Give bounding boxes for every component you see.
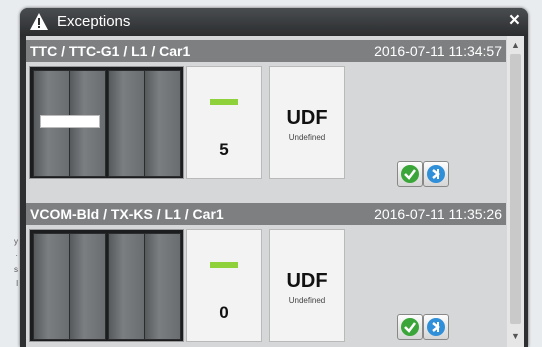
exception-list: TTC / TTC-G1 / L1 / Car1 2016-07-11 11:3…: [26, 36, 524, 347]
navigate-button[interactable]: [423, 161, 449, 187]
warning-icon: [30, 13, 48, 30]
go-to-icon: [427, 318, 445, 336]
navigate-button[interactable]: [423, 314, 449, 340]
elevator-path: TTC / TTC-G1 / L1 / Car1: [30, 43, 191, 59]
exception-timestamp: 2016-07-11 11:35:26: [374, 206, 502, 222]
direction-indicator: [210, 99, 238, 105]
window-title: Exceptions: [57, 13, 131, 30]
close-button[interactable]: ×: [509, 10, 520, 32]
direction-indicator: [210, 262, 238, 268]
scroll-down-arrow-icon[interactable]: ▼: [507, 329, 524, 343]
count-value: 5: [219, 140, 229, 159]
check-icon: [401, 165, 419, 183]
acknowledge-button[interactable]: [397, 314, 423, 340]
scroll-up-arrow-icon[interactable]: ▲: [507, 38, 524, 52]
status-code: UDF: [286, 270, 328, 292]
vertical-scrollbar[interactable]: ▲ ▼: [507, 36, 524, 347]
exception-row: 5 UDF Undefined: [26, 62, 506, 198]
door-status-graphic: [29, 229, 184, 342]
background-text: y · s l: [14, 237, 18, 288]
scrollbar-thumb[interactable]: [510, 54, 521, 324]
status-tile: UDF Undefined: [269, 66, 345, 179]
status-code: UDF: [286, 107, 328, 129]
exception-header: VCOM-Bld / TX-KS / L1 / Car1 2016-07-11 …: [26, 203, 506, 225]
status-tile: UDF Undefined: [269, 229, 345, 342]
door-indicator-bar: [40, 115, 100, 128]
status-text: Undefined: [288, 133, 326, 142]
elevator-path: VCOM-Bld / TX-KS / L1 / Car1: [30, 206, 224, 222]
exception-timestamp: 2016-07-11 11:34:57: [374, 43, 502, 59]
go-to-icon: [427, 165, 445, 183]
exceptions-window: Exceptions × TTC / TTC-G1 / L1 / Car1 20…: [20, 8, 528, 347]
exception-header: TTC / TTC-G1 / L1 / Car1 2016-07-11 11:3…: [26, 40, 506, 62]
door-status-graphic: [29, 66, 184, 179]
check-icon: [401, 318, 419, 336]
status-text: Undefined: [288, 296, 326, 305]
title-bar: Exceptions ×: [20, 8, 528, 36]
acknowledge-button[interactable]: [397, 161, 423, 187]
count-value: 0: [219, 303, 229, 322]
count-tile: 5: [186, 66, 262, 179]
exception-row: 0 UDF Undefined: [26, 225, 506, 347]
count-tile: 0: [186, 229, 262, 342]
